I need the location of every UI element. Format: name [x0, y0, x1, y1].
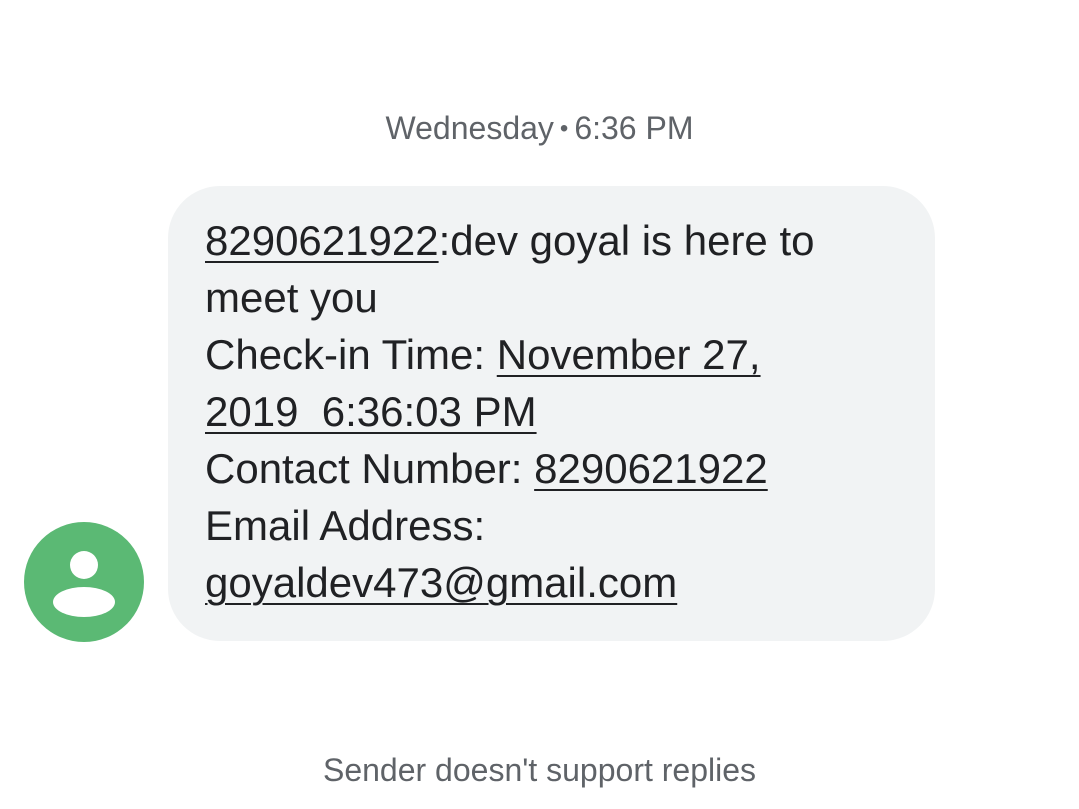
checkin-time-link[interactable]: 2019 6:36:03 PM — [205, 388, 537, 435]
timestamp-day: Wednesday — [385, 110, 554, 146]
checkin-label: Check-in Time: — [205, 331, 497, 378]
message-timestamp: Wednesday • 6:36 PM — [0, 108, 1079, 149]
person-icon — [53, 551, 115, 617]
contact-number-link[interactable]: 8290621922 — [534, 445, 768, 492]
timestamp-time: 6:36 PM — [574, 110, 694, 146]
message-bubble[interactable]: 8290621922:dev goyal is here to meet you… — [168, 186, 935, 641]
email-label: Email Address: — [205, 502, 486, 549]
message-text-part: :dev goyal is here to — [438, 217, 815, 264]
contact-label: Contact Number: — [205, 445, 535, 492]
message-text-part: meet you — [205, 274, 378, 321]
checkin-date-link[interactable]: November 27, — [497, 331, 761, 378]
phone-number-link[interactable]: 8290621922 — [205, 217, 439, 264]
message-text: 8290621922:dev goyal is here to meet you… — [205, 212, 915, 611]
timestamp-separator: • — [559, 115, 569, 142]
sender-avatar[interactable] — [24, 522, 144, 642]
email-link[interactable]: goyaldev473@gmail.com — [205, 559, 677, 606]
reply-unsupported-notice: Sender doesn't support replies — [322, 752, 757, 788]
